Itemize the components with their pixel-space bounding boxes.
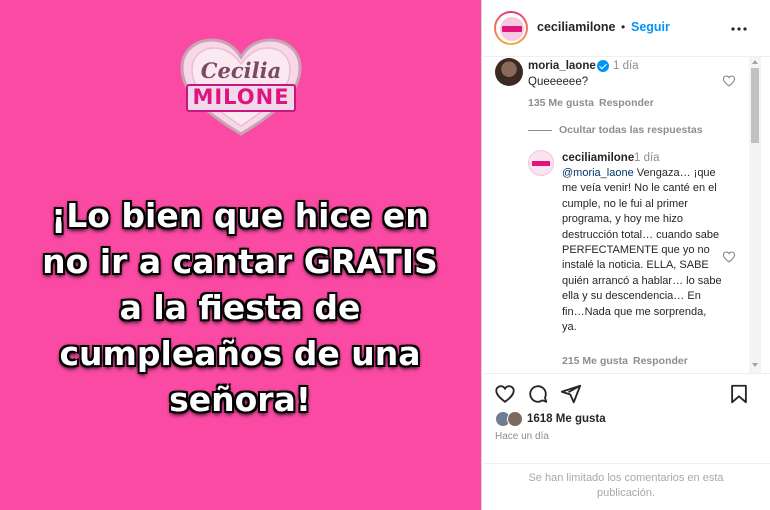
comment-icon[interactable] <box>527 383 549 405</box>
reply-message: Vengaza… ¡que me veía venir! No le canté… <box>562 167 722 334</box>
likes-count[interactable]: 1618 Me gusta <box>527 413 606 425</box>
share-icon[interactable] <box>560 383 582 405</box>
post-sidebar: ceciliamilone • Seguir moria_laone 1 día… <box>483 0 770 510</box>
comment-username[interactable]: moria_laone <box>528 60 596 72</box>
hide-replies-button[interactable]: Ocultar todas las respuestas <box>559 124 703 136</box>
separator-dot: • <box>621 20 626 34</box>
brand-logo: Cecilia MILONE <box>178 36 304 138</box>
heart-icon[interactable] <box>494 383 516 405</box>
replies-divider <box>528 130 552 131</box>
bookmark-icon[interactable] <box>728 383 750 405</box>
avatar-logo-icon <box>500 17 524 41</box>
verified-badge-icon <box>597 60 609 72</box>
comment-likes[interactable]: 135 Me gusta <box>528 97 594 109</box>
reply-avatar[interactable] <box>528 150 554 176</box>
follow-button[interactable]: Seguir <box>631 20 670 34</box>
author-avatar[interactable] <box>494 11 528 45</box>
image-headline: ¡Lo bien que hice en no ir a cantar GRAT… <box>42 196 438 419</box>
liker-avatar <box>507 411 523 427</box>
post-timestamp: Hace un día <box>495 431 549 442</box>
comment-text: Queeeeee? <box>528 76 589 88</box>
logo-name-first: Cecilia <box>200 58 282 83</box>
more-horizontal-icon[interactable] <box>727 17 751 41</box>
liker-avatars[interactable] <box>495 411 527 427</box>
reply-heart-icon[interactable] <box>722 250 736 264</box>
commenter-avatar[interactable] <box>495 58 523 86</box>
reply-username[interactable]: ceciliamilone <box>562 152 634 164</box>
reply-mention[interactable]: @moria_laone <box>562 167 634 179</box>
scroll-down-arrow-icon[interactable] <box>751 362 759 368</box>
author-username[interactable]: ceciliamilone <box>537 20 616 34</box>
scroll-up-arrow-icon[interactable] <box>751 59 759 65</box>
comment-heart-icon[interactable] <box>722 74 736 88</box>
scrollbar-thumb[interactable] <box>751 68 759 143</box>
reply-likes[interactable]: 215 Me gusta <box>562 355 628 367</box>
reply-text: @moria_laone Vengaza… ¡que me veía venir… <box>562 166 722 335</box>
post-image: Cecilia MILONE ¡Lo bien que hice en no i… <box>0 0 482 510</box>
reply-time: 1 día <box>634 152 660 164</box>
comments-limited-text: Se han limitado los comentarios en esta … <box>528 472 724 499</box>
comment-time: 1 día <box>613 60 639 72</box>
reply-reply-button[interactable]: Responder <box>633 355 688 367</box>
post-header: ceciliamilone • Seguir <box>483 0 770 57</box>
comment-reply-button[interactable]: Responder <box>599 97 654 109</box>
logo-name-last: MILONE <box>192 85 290 109</box>
